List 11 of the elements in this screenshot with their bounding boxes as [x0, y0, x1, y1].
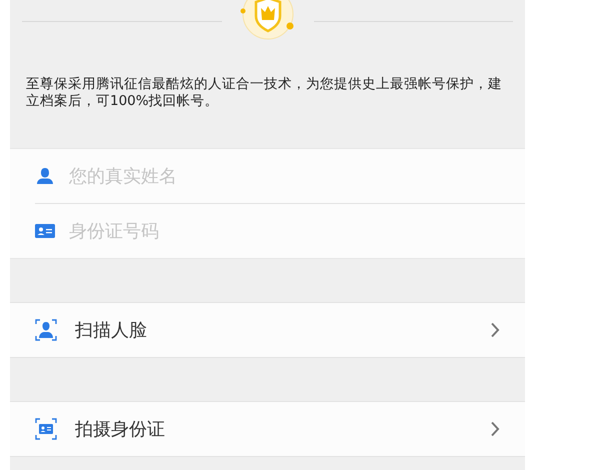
intro-text: 至尊保采用腾讯征信最酷炫的人证合一技术，为您提供史上最强帐号保护，建立档案后，可100%找回帐号。: [26, 76, 503, 111]
text-field[interactable]: 您的真实姓名: [69, 161, 525, 191]
menu-item[interactable]: 拍摄身份证: [10, 401, 525, 457]
menu-item[interactable]: 扫描人脸: [10, 302, 525, 358]
face-scan-icon: [35, 319, 57, 341]
id-card-scan-icon: [35, 418, 57, 440]
chevron-right-icon: [490, 421, 500, 437]
chevron-right-icon: [490, 322, 500, 338]
text-field[interactable]: 身份证号码: [69, 216, 525, 246]
person-icon: [35, 167, 55, 185]
id-card-icon: [35, 224, 55, 238]
